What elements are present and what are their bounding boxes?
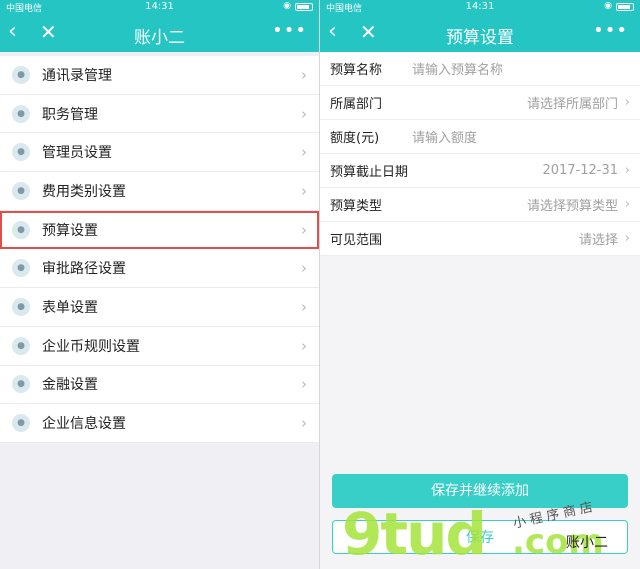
menu-item[interactable]: ● 职务管理 › bbox=[0, 95, 319, 134]
page-title: 预算设置 bbox=[446, 28, 514, 48]
expense-category-icon: ● bbox=[12, 181, 30, 200]
battery-icon bbox=[616, 3, 634, 11]
chevron-right-icon: › bbox=[301, 181, 307, 200]
form-value[interactable]: 请选择所属部门 bbox=[527, 93, 618, 112]
nav-bar: ‹ ✕ 预算设置 ••• bbox=[320, 14, 640, 52]
chevron-right-icon: › bbox=[301, 104, 307, 123]
menu-item-label: 预算设置 bbox=[42, 222, 98, 239]
chevron-right-icon: › bbox=[624, 231, 630, 246]
menu-item[interactable]: ● 管理员设置 › bbox=[0, 133, 319, 173]
form-value[interactable]: 2017-12-31 bbox=[542, 163, 618, 178]
status-time: 14:31 bbox=[145, 1, 174, 12]
form-row[interactable]: 额度(元) 请输入额度 bbox=[320, 120, 640, 154]
chevron-right-icon: › bbox=[624, 197, 630, 212]
chevron-right-icon: › bbox=[301, 414, 307, 433]
menu-item-label: 金融设置 bbox=[42, 377, 98, 394]
form-label: 预算名称 bbox=[330, 63, 383, 78]
budget-sliders-icon: ● bbox=[12, 220, 30, 239]
chevron-right-icon: › bbox=[301, 297, 307, 316]
rotation-lock-icon: ◉ bbox=[604, 1, 612, 11]
chevron-right-icon: › bbox=[301, 336, 307, 355]
menu-item-label: 审批路径设置 bbox=[42, 261, 126, 278]
chevron-right-icon: › bbox=[624, 95, 630, 110]
nav-bar: ‹ ✕ 账小二 ••• bbox=[0, 14, 319, 52]
form-label: 所属部门 bbox=[330, 97, 383, 112]
status-bar: 中国电信 14:31 ◉ bbox=[320, 0, 640, 14]
rotation-lock-icon: ◉ bbox=[283, 1, 291, 11]
menu-item-label: 企业币规则设置 bbox=[42, 338, 140, 355]
menu-item[interactable]: ● 审批路径设置 › bbox=[0, 249, 319, 289]
form-label: 预算截止日期 bbox=[330, 165, 409, 180]
status-bar: 中国电信 14:31 ◉ bbox=[0, 0, 319, 14]
chevron-right-icon: › bbox=[301, 375, 307, 394]
chevron-right-icon: › bbox=[301, 143, 307, 162]
chevron-right-icon: › bbox=[301, 65, 307, 84]
left-screen: 中国电信 14:31 ◉ ‹ ✕ 账小二 ••• ● 通讯录管理 › ● 职务管理 › ● 管… bbox=[0, 0, 320, 569]
form-row[interactable]: 预算类型 请选择预算类型 › bbox=[320, 188, 640, 222]
form-value[interactable]: 请选择预算类型 bbox=[527, 195, 618, 214]
right-screen: 中国电信 14:31 ◉ ‹ ✕ 预算设置 ••• 预算名称 请输入预算名称所属部… bbox=[320, 0, 640, 569]
menu-item[interactable]: ● 金融设置 › bbox=[0, 366, 319, 405]
admin-user-icon: ● bbox=[12, 143, 30, 162]
more-icon[interactable]: ••• bbox=[272, 22, 307, 40]
menu-item-label: 通讯录管理 bbox=[42, 67, 112, 84]
chevron-right-icon: › bbox=[301, 259, 307, 278]
menu-item[interactable]: ● 通讯录管理 › bbox=[0, 56, 319, 95]
finance-coin-icon: ● bbox=[12, 375, 30, 394]
form-value[interactable]: 请输入额度 bbox=[412, 127, 477, 146]
menu-item[interactable]: ● 预算设置 › bbox=[0, 210, 319, 250]
menu-item-label: 表单设置 bbox=[42, 299, 98, 316]
chevron-right-icon: › bbox=[301, 220, 307, 239]
form-icon: ● bbox=[12, 297, 30, 316]
menu-item[interactable]: ● 企业信息设置 › bbox=[0, 404, 319, 443]
status-time: 14:31 bbox=[465, 1, 495, 12]
approval-path-icon: ● bbox=[12, 259, 30, 278]
page-title: 账小二 bbox=[134, 28, 185, 48]
form-row[interactable]: 所属部门 请选择所属部门 › bbox=[320, 86, 640, 120]
menu-item[interactable]: ● 企业币规则设置 › bbox=[0, 327, 319, 366]
form-row[interactable]: 可见范围 请选择 › bbox=[320, 222, 640, 256]
form-label: 额度(元) bbox=[330, 131, 380, 146]
menu-item-label: 费用类别设置 bbox=[42, 183, 126, 200]
form-label: 可见范围 bbox=[330, 233, 383, 248]
menu-item[interactable]: ● 费用类别设置 › bbox=[0, 172, 319, 211]
menu-item[interactable]: ● 表单设置 › bbox=[0, 288, 319, 327]
budget-form: 预算名称 请输入预算名称所属部门 请选择所属部门 › 额度(元) 请输入额度预算截止日期 2… bbox=[320, 52, 640, 256]
chevron-right-icon: › bbox=[624, 163, 630, 178]
more-icon[interactable]: ••• bbox=[593, 22, 628, 40]
menu-item-label: 职务管理 bbox=[42, 106, 98, 123]
menu-item-label: 企业信息设置 bbox=[42, 416, 126, 433]
battery-icon bbox=[295, 3, 313, 11]
share-nodes-icon: ● bbox=[12, 336, 30, 355]
briefcase-icon: ● bbox=[12, 104, 30, 123]
settings-menu: ● 通讯录管理 › ● 职务管理 › ● 管理员设置 › ● 费用类别设置 › ● 预算设置 › ● 审批路径设… bbox=[0, 56, 319, 443]
menu-item-label: 管理员设置 bbox=[42, 145, 112, 162]
form-row[interactable]: 预算名称 请输入预算名称 bbox=[320, 52, 640, 86]
form-label: 预算类型 bbox=[330, 199, 383, 214]
form-row[interactable]: 预算截止日期 2017-12-31 › bbox=[320, 154, 640, 188]
address-book-icon: ● bbox=[12, 65, 30, 84]
save-and-continue-button[interactable]: 保存并继续添加 bbox=[332, 474, 628, 508]
form-value[interactable]: 请选择 bbox=[579, 229, 618, 248]
save-button[interactable]: 保存 bbox=[332, 520, 628, 554]
form-value[interactable]: 请输入预算名称 bbox=[412, 59, 503, 78]
org-chart-icon: ● bbox=[12, 414, 30, 433]
